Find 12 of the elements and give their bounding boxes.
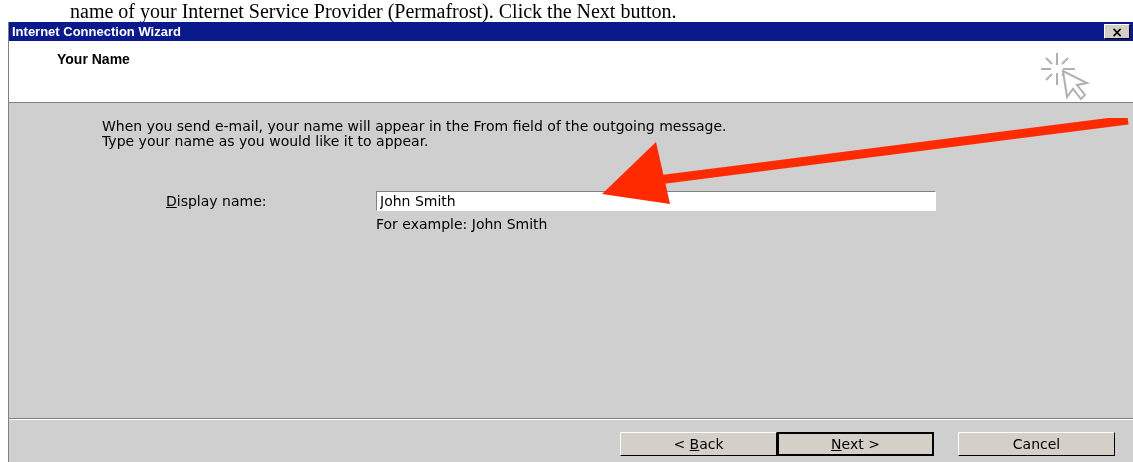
document-caption: name of your Internet Service Provider (Permafrost). Click the Next button. bbox=[69, 0, 678, 22]
wizard-button[interactable]: < Back bbox=[620, 432, 777, 456]
instruction-text: When you send e-mail, your name will appear in the From field of the outgoing message. bbox=[102, 119, 728, 134]
wizard-button[interactable]: Cancel bbox=[958, 432, 1115, 456]
header-title: Your Name bbox=[57, 50, 130, 69]
instruction-text: Type your name as you would like it to appear. bbox=[102, 134, 430, 149]
wizard-button[interactable]: Next > bbox=[777, 432, 934, 456]
field-label: Display name: bbox=[166, 193, 268, 209]
window-title: Internet Connection Wizard bbox=[12, 22, 181, 41]
close-button[interactable]: × bbox=[1104, 24, 1130, 39]
display-name-input[interactable]: John Smith bbox=[376, 191, 936, 211]
field-hint: For example: John Smith bbox=[376, 217, 549, 232]
